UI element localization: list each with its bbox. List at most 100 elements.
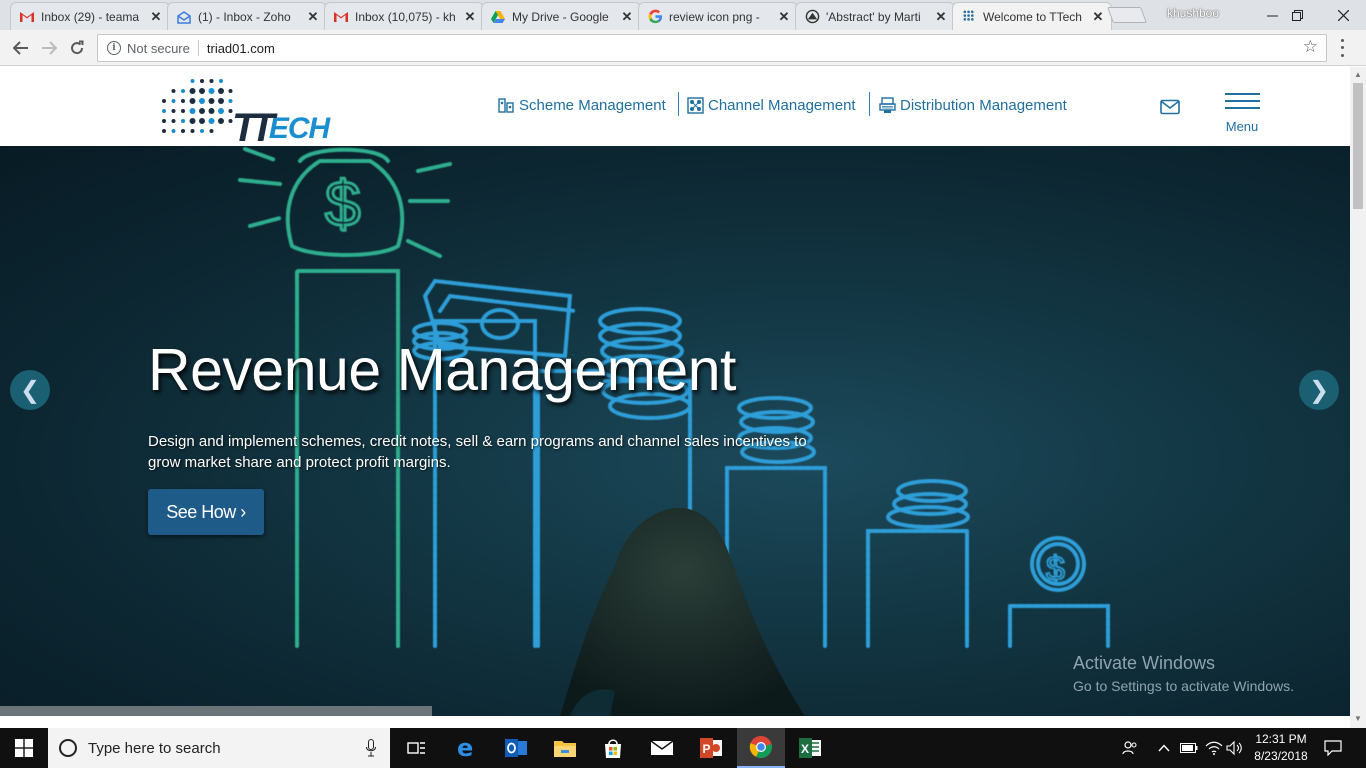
channel-icon xyxy=(687,96,704,114)
close-icon[interactable]: ✕ xyxy=(934,9,948,25)
logo-wordmark: TTECH xyxy=(232,106,330,150)
hero-title: Revenue Management xyxy=(148,337,736,403)
nav-scheme-management[interactable]: Scheme Management xyxy=(498,93,666,117)
back-arrow-icon xyxy=(13,41,28,55)
browser-tab[interactable]: (1) - Inbox - Zoho ✕ xyxy=(167,2,327,30)
nav-divider xyxy=(869,92,870,116)
start-button[interactable] xyxy=(0,728,48,768)
system-clock[interactable]: 12:31 PM 8/23/2018 xyxy=(1236,731,1326,765)
powerpoint-button[interactable]: P xyxy=(687,728,735,768)
ttech-logo[interactable]: TTECH xyxy=(158,75,330,150)
scroll-down-icon[interactable]: ▼ xyxy=(1353,714,1363,724)
windows-taskbar: Type here to search e P X 12:31 PM 8/23/… xyxy=(0,728,1366,768)
browser-tab-active[interactable]: Welcome to TTech ✕ xyxy=(952,2,1112,30)
clock-date: 8/23/2018 xyxy=(1254,749,1308,763)
windows-logo-icon xyxy=(15,739,33,757)
browser-tab[interactable]: review icon png - ✕ xyxy=(638,2,798,30)
taskbar-search-box[interactable]: Type here to search xyxy=(48,728,390,768)
chevron-right-icon: › xyxy=(240,501,246,522)
close-icon[interactable]: ✕ xyxy=(149,9,163,25)
close-icon[interactable]: ✕ xyxy=(620,9,634,25)
nav-distribution-management[interactable]: Distribution Management xyxy=(879,93,1067,117)
nav-channel-management[interactable]: Channel Management xyxy=(687,93,856,117)
browser-tab[interactable]: Inbox (10,075) - kh ✕ xyxy=(324,2,484,30)
tab-title: Welcome to TTech xyxy=(983,9,1082,24)
menu-button[interactable]: Menu xyxy=(1222,93,1262,134)
gmail-icon xyxy=(19,9,35,25)
file-explorer-icon xyxy=(554,741,576,757)
address-bar[interactable]: i Not secure triad01.com ☆ xyxy=(97,34,1327,62)
close-icon[interactable]: ✕ xyxy=(306,9,320,25)
star-icon[interactable]: ☆ xyxy=(1303,37,1318,57)
chevron-right-icon: ❯ xyxy=(1308,376,1330,404)
distribution-icon xyxy=(879,96,896,114)
nav-label: Channel Management xyxy=(708,96,856,114)
reload-button[interactable] xyxy=(65,36,89,60)
new-tab-button[interactable] xyxy=(1107,7,1147,23)
chrome-button[interactable] xyxy=(737,728,785,768)
nav-label: Distribution Management xyxy=(900,96,1067,114)
powerpoint-icon: P xyxy=(700,738,722,758)
scroll-up-icon[interactable]: ▲ xyxy=(1353,70,1363,80)
wifi-icon[interactable] xyxy=(1203,728,1225,768)
tab-title: Inbox (10,075) - kh xyxy=(355,9,456,24)
excel-button[interactable]: X xyxy=(786,728,834,768)
close-icon[interactable]: ✕ xyxy=(777,9,791,25)
window-close-icon[interactable] xyxy=(1320,0,1366,30)
divider xyxy=(197,40,199,56)
site-header: TTECH Scheme Management Channel Manageme… xyxy=(0,67,1350,150)
browser-tab[interactable]: Inbox (29) - teama ✕ xyxy=(10,2,170,30)
outlook-icon xyxy=(505,739,527,757)
close-icon[interactable]: ✕ xyxy=(463,9,477,25)
logo-dots-icon xyxy=(162,79,233,133)
tab-title: My Drive - Google xyxy=(512,9,609,24)
mail-icon xyxy=(650,740,674,755)
mail-app-button[interactable] xyxy=(638,728,686,768)
forward-arrow-icon xyxy=(42,41,57,55)
scroll-thumb[interactable] xyxy=(1353,83,1363,209)
slideshow-progress-bar xyxy=(0,706,432,716)
see-how-button[interactable]: See How › xyxy=(148,489,264,535)
page-scrollbar[interactable]: ▲ ▼ xyxy=(1350,67,1366,728)
tab-title: 'Abstract' by Marti xyxy=(826,9,921,24)
url-text[interactable]: triad01.com xyxy=(207,41,275,56)
people-icon[interactable] xyxy=(1118,728,1142,768)
google-drive-icon xyxy=(490,9,506,25)
battery-icon[interactable] xyxy=(1178,728,1200,768)
back-button[interactable] xyxy=(9,36,33,60)
tab-title: (1) - Inbox - Zoho xyxy=(198,9,291,24)
svg-text:X: X xyxy=(801,742,809,756)
svg-text:$: $ xyxy=(1046,550,1065,588)
carousel-next-button[interactable]: ❯ xyxy=(1299,370,1339,410)
restore-icon[interactable] xyxy=(1274,0,1320,30)
info-icon[interactable]: i xyxy=(107,41,121,55)
notifications-icon[interactable] xyxy=(1320,728,1346,768)
svg-text:P: P xyxy=(703,742,711,756)
clock-time: 12:31 PM xyxy=(1255,732,1307,746)
hero-carousel: $ $ Revenue Management Design and implem… xyxy=(0,146,1350,716)
edge-button[interactable]: e xyxy=(443,728,491,768)
chevron-up-icon[interactable] xyxy=(1154,728,1174,768)
chevron-left-icon: ❮ xyxy=(19,376,41,404)
task-view-button[interactable] xyxy=(393,728,441,768)
zoho-mail-icon xyxy=(176,9,192,25)
watermark-title: Activate Windows xyxy=(1073,653,1216,673)
browser-toolbar: i Not secure triad01.com ☆ xyxy=(0,30,1366,66)
store-button[interactable] xyxy=(589,728,637,768)
file-explorer-button[interactable] xyxy=(541,728,589,768)
browser-tab-strip: Inbox (29) - teama ✕ (1) - Inbox - Zoho … xyxy=(0,0,1366,30)
menu-label: Menu xyxy=(1225,119,1259,134)
carousel-prev-button[interactable]: ❮ xyxy=(10,370,50,410)
browser-tab[interactable]: My Drive - Google ✕ xyxy=(481,2,641,30)
search-placeholder: Type here to search xyxy=(88,739,221,757)
abstract-icon xyxy=(804,9,820,25)
browser-tab[interactable]: 'Abstract' by Marti ✕ xyxy=(795,2,955,30)
forward-button[interactable] xyxy=(37,36,61,60)
browser-menu-icon[interactable] xyxy=(1334,37,1350,59)
hamburger-bar xyxy=(1225,107,1260,109)
mail-icon[interactable] xyxy=(1160,99,1180,115)
close-icon[interactable]: ✕ xyxy=(1091,9,1105,25)
outlook-button[interactable] xyxy=(492,728,540,768)
security-label[interactable]: Not secure xyxy=(127,41,190,56)
profile-name[interactable]: khushboo xyxy=(1150,6,1236,20)
